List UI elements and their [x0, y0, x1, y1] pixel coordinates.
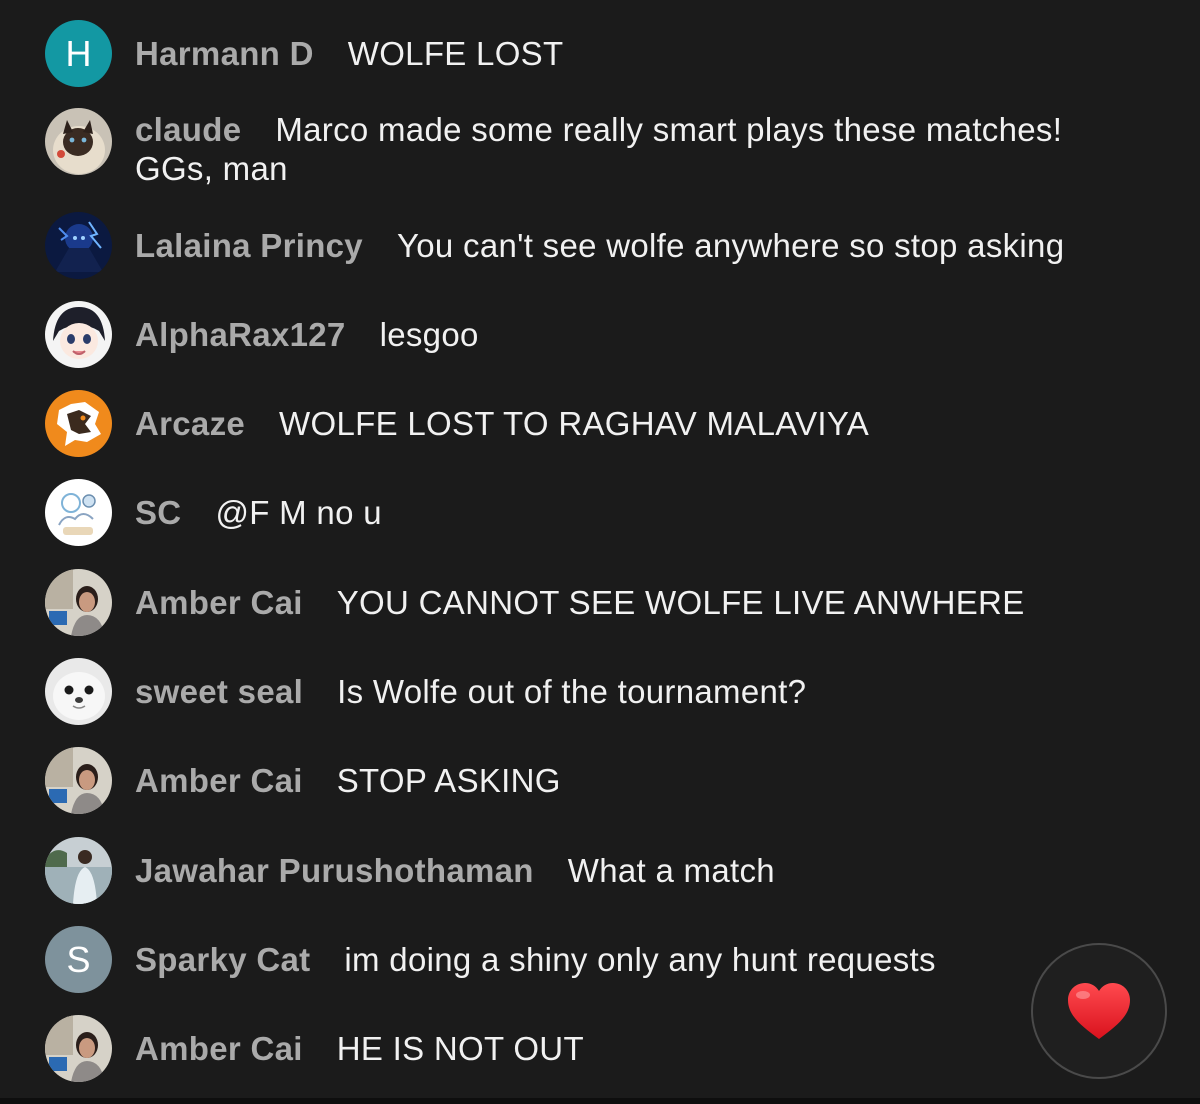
message-text: Is Wolfe out of the tournament?: [337, 673, 807, 710]
author-name[interactable]: Lalaina Princy: [135, 227, 363, 264]
chat-message: Amber Cai STOP ASKING: [45, 747, 1155, 814]
author-name[interactable]: Amber Cai: [135, 762, 303, 799]
person-photo-avatar-icon[interactable]: [45, 747, 112, 814]
author-name[interactable]: SC: [135, 494, 181, 531]
message-line: Arcaze WOLFE LOST TO RAGHAV MALAVIYA: [135, 404, 869, 443]
message-text: YOU CANNOT SEE WOLFE LIVE ANWHERE: [336, 584, 1025, 621]
chat-message: Amber Cai YOU CANNOT SEE WOLFE LIVE ANWHE…: [45, 569, 1155, 636]
message-text: WOLFE LOST TO RAGHAV MALAVIYA: [279, 405, 870, 442]
message-line: SC @F M no u: [135, 493, 382, 532]
author-name[interactable]: sweet seal: [135, 673, 303, 710]
message-line: Sparky Cat im doing a shiny only any hunt…: [135, 940, 936, 979]
chat-message: sweet seal Is Wolfe out of the tournament…: [45, 658, 1155, 725]
author-name[interactable]: claude: [135, 111, 241, 148]
message-text: @F M no u: [215, 494, 382, 531]
live-chat-feed: H Harmann D WOLFE LOST claude Marco made s…: [0, 0, 1200, 1104]
chat-message: H Harmann D WOLFE LOST: [45, 20, 1155, 87]
anime-character-avatar-icon[interactable]: [45, 212, 112, 279]
doodle-avatar-icon[interactable]: [45, 479, 112, 546]
message-text: STOP ASKING: [336, 762, 561, 799]
heart-icon: [1068, 983, 1130, 1039]
avatar-letter: H: [65, 32, 92, 74]
author-name[interactable]: Jawahar Purushothaman: [135, 852, 534, 889]
author-name[interactable]: Harmann D: [135, 35, 314, 72]
anime-girl-avatar-icon[interactable]: [45, 301, 112, 368]
chat-message: Lalaina Princy You can't see wolfe anywhe…: [45, 212, 1155, 279]
message-text: HE IS NOT OUT: [336, 1030, 584, 1067]
chat-message: Jawahar Purushothaman What a match: [45, 837, 1155, 904]
avatar-letter: S: [66, 938, 91, 980]
message-line: Lalaina Princy You can't see wolfe anywhe…: [135, 226, 1064, 265]
message-text: WOLFE LOST: [347, 35, 564, 72]
seal-photo-avatar-icon[interactable]: [45, 658, 112, 725]
author-name[interactable]: AlphaRax127: [135, 316, 346, 353]
wolf-logo-avatar-icon[interactable]: [45, 390, 112, 457]
message-line: Amber Cai STOP ASKING: [135, 761, 561, 800]
message-line: sweet seal Is Wolfe out of the tournament…: [135, 672, 806, 711]
message-line: Harmann D WOLFE LOST: [135, 34, 563, 73]
message-text: What a match: [567, 852, 775, 889]
chat-message: Arcaze WOLFE LOST TO RAGHAV MALAVIYA: [45, 390, 1155, 457]
chat-message: S Sparky Cat im doing a shiny only any hu…: [45, 926, 1155, 993]
chat-message: SC @F M no u: [45, 479, 1155, 546]
author-name[interactable]: Arcaze: [135, 405, 245, 442]
chat-message: claude Marco made some really smart plays…: [45, 108, 1155, 188]
chat-message: Amber Cai HE IS NOT OUT: [45, 1015, 1155, 1082]
author-name[interactable]: Sparky Cat: [135, 941, 310, 978]
author-name[interactable]: Amber Cai: [135, 1030, 303, 1067]
avatar-letter-icon[interactable]: S: [45, 926, 112, 993]
author-name[interactable]: Amber Cai: [135, 584, 303, 621]
person-photo-avatar-icon[interactable]: [45, 569, 112, 636]
message-line: AlphaRax127 lesgoo: [135, 315, 479, 354]
message-text: Marco made some really smart plays these…: [135, 111, 1063, 187]
message-line: Amber Cai YOU CANNOT SEE WOLFE LIVE ANWHE…: [135, 583, 1025, 622]
bottom-edge-bar: [0, 1098, 1200, 1104]
siamese-cat-avatar-icon[interactable]: [45, 108, 112, 175]
message-text: im doing a shiny only any hunt requests: [344, 941, 936, 978]
message-line: Jawahar Purushothaman What a match: [135, 851, 775, 890]
message-line: Amber Cai HE IS NOT OUT: [135, 1029, 584, 1068]
message-line: claude Marco made some really smart plays…: [135, 110, 1125, 188]
chat-message: AlphaRax127 lesgoo: [45, 301, 1155, 368]
heart-reaction-button[interactable]: [1031, 943, 1167, 1079]
message-text: You can't see wolfe anywhere so stop ask…: [396, 227, 1065, 264]
message-text: lesgoo: [379, 316, 479, 353]
person-photo-avatar-icon[interactable]: [45, 1015, 112, 1082]
avatar-letter-icon[interactable]: H: [45, 20, 112, 87]
beach-person-avatar-icon[interactable]: [45, 837, 112, 904]
